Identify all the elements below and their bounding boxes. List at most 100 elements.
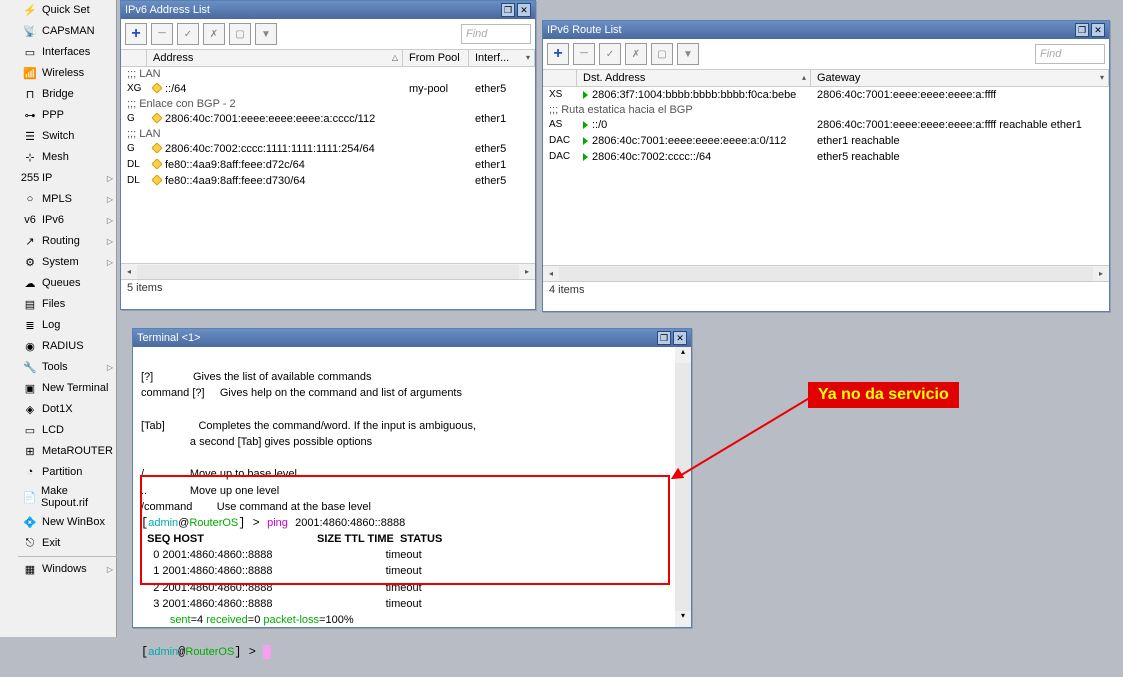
col-pool[interactable]: From Pool <box>403 50 469 66</box>
comment-button[interactable]: ▢ <box>229 23 251 45</box>
menu-icon: ⎋ <box>22 535 38 551</box>
gw-cell: 2806:40c:7001:eeee:eeee:eeee:a:ffff <box>811 88 1109 102</box>
flags: G <box>121 112 147 126</box>
sidebar-item-tools[interactable]: 🔧Tools▷ <box>18 357 117 378</box>
flags: DAC <box>543 150 577 164</box>
address-cell: fe80::4aa9:8aff:feee:d730/64 <box>147 174 403 188</box>
sidebar-item-lcd[interactable]: ▭LCD <box>18 420 117 441</box>
address-row[interactable]: G2806:40c:7002:cccc:1111:1111:1111:254/6… <box>121 141 535 157</box>
sidebar-label: PPP <box>42 109 64 121</box>
sidebar-item-ipv6[interactable]: v6IPv6▷ <box>18 210 117 231</box>
sidebar-item-bridge[interactable]: ⊓ Bridge <box>18 84 117 105</box>
sidebar-label: Switch <box>42 130 74 142</box>
sidebar-item-ip[interactable]: 255IP▷ <box>18 168 117 189</box>
dst-cell: 2806:40c:7002:cccc::/64 <box>577 150 811 164</box>
scrollbar[interactable]: ▴▾ <box>675 347 691 627</box>
sidebar-item-quick-set[interactable]: ⚡Quick Set <box>18 0 117 21</box>
sidebar-label: Queues <box>42 277 81 289</box>
sidebar-label: Dot1X <box>42 403 73 415</box>
add-button[interactable]: + <box>547 43 569 65</box>
sidebar-item-capsman[interactable]: 📡CAPsMAN <box>18 21 117 42</box>
sidebar-item-queues[interactable]: ☁ Queues <box>18 273 117 294</box>
sidebar-item-system[interactable]: ⚙System▷ <box>18 252 117 273</box>
section-comment: ;;; LAN <box>121 127 535 141</box>
submenu-arrow-icon: ▷ <box>107 565 113 574</box>
sidebar-item-log[interactable]: ≣Log <box>18 315 117 336</box>
sidebar-item-exit[interactable]: ⎋Exit <box>18 533 117 554</box>
remove-button[interactable]: − <box>573 43 595 65</box>
comment-button[interactable]: ▢ <box>651 43 673 65</box>
close-button[interactable]: ✕ <box>1091 23 1105 37</box>
menu-icon: ▭ <box>22 44 38 60</box>
route-icon <box>583 91 588 99</box>
tag-icon <box>151 112 162 123</box>
sidebar-item-metarouter[interactable]: ⊞MetaROUTER <box>18 441 117 462</box>
sidebar-label: Routing <box>42 235 80 247</box>
find-input[interactable]: Find <box>1035 44 1105 64</box>
submenu-arrow-icon: ▷ <box>107 195 113 204</box>
submenu-arrow-icon: ▷ <box>107 363 113 372</box>
address-row[interactable]: G2806:40c:7001:eeee:eeee:eeee:a:cccc/112… <box>121 111 535 127</box>
find-input[interactable]: Find <box>461 24 531 44</box>
enable-button[interactable]: ✓ <box>177 23 199 45</box>
sidebar-item-routing[interactable]: ↗Routing▷ <box>18 231 117 252</box>
sidebar-item-interfaces[interactable]: ▭Interfaces <box>18 42 117 63</box>
sidebar-label: CAPsMAN <box>42 25 95 37</box>
sidebar-label: New Terminal <box>42 382 108 394</box>
menu-icon: ☁ <box>22 275 38 291</box>
gw-cell: ether1 reachable <box>811 134 1109 148</box>
col-dst[interactable]: Dst. Address▴ <box>577 70 811 86</box>
restore-button[interactable]: ❐ <box>657 331 671 345</box>
filter-button[interactable]: ▼ <box>677 43 699 65</box>
address-row[interactable]: XG::/64my-poolether5 <box>121 81 535 97</box>
route-grid[interactable]: XS2806:3f7:1004:bbbb:bbbb:bbbb:f0ca:bebe… <box>543 87 1109 265</box>
pool-cell <box>403 142 469 156</box>
route-icon <box>583 121 588 129</box>
sidebar-item-radius[interactable]: ◉RADIUS <box>18 336 117 357</box>
col-intf[interactable]: Interf...▾ <box>469 50 535 66</box>
route-row[interactable]: AS::/02806:40c:7001:eeee:eeee:eeee:a:fff… <box>543 117 1109 133</box>
menu-icon: ⊓ <box>22 86 38 102</box>
address-cell: fe80::4aa9:8aff:feee:d72c/64 <box>147 158 403 172</box>
sidebar-label: IP <box>42 172 52 184</box>
sidebar-item-ppp[interactable]: ⊶ PPP <box>18 105 117 126</box>
address-grid[interactable]: ;;; LANXG::/64my-poolether5;;; Enlace co… <box>121 67 535 263</box>
menu-icon: ○ <box>22 191 38 207</box>
col-gateway[interactable]: Gateway▾ <box>811 70 1109 86</box>
disable-button[interactable]: ✗ <box>625 43 647 65</box>
sidebar-item-new-winbox[interactable]: 💠New WinBox <box>18 512 117 533</box>
route-icon <box>583 137 588 145</box>
address-row[interactable]: DLfe80::4aa9:8aff:feee:d72c/64ether1 <box>121 157 535 173</box>
add-button[interactable]: + <box>125 23 147 45</box>
sidebar-item-mpls[interactable]: ○ MPLS ▷ <box>18 189 117 210</box>
restore-button[interactable]: ❐ <box>1075 23 1089 37</box>
enable-button[interactable]: ✓ <box>599 43 621 65</box>
address-row[interactable]: DLfe80::4aa9:8aff:feee:d730/64ether5 <box>121 173 535 189</box>
restore-button[interactable]: ❐ <box>501 3 515 17</box>
section-comment: ;;; LAN <box>121 67 535 81</box>
col-address[interactable]: Address△ <box>147 50 403 66</box>
route-row[interactable]: DAC2806:40c:7001:eeee:eeee:eeee:a:0/112e… <box>543 133 1109 149</box>
menu-icon: 💠 <box>22 514 38 530</box>
terminal-output[interactable]: [?] Gives the list of available commands… <box>133 347 691 627</box>
sidebar-item-files[interactable]: ▤Files <box>18 294 117 315</box>
close-button[interactable]: ✕ <box>517 3 531 17</box>
sidebar-item-windows[interactable]: ▦Windows▷ <box>18 559 117 580</box>
route-row[interactable]: DAC2806:40c:7002:cccc::/64ether5 reachab… <box>543 149 1109 165</box>
sidebar-item-switch[interactable]: ☰Switch <box>18 126 117 147</box>
ipv6-address-window: IPv6 Address List ❐ ✕ + − ✓ ✗ ▢ ▼ Find A… <box>120 0 536 310</box>
sidebar-item-new-terminal[interactable]: ▣New Terminal <box>18 378 117 399</box>
menu-icon: ⊶ <box>22 107 38 123</box>
sidebar-label: MPLS <box>42 193 72 205</box>
close-button[interactable]: ✕ <box>673 331 687 345</box>
route-row[interactable]: XS2806:3f7:1004:bbbb:bbbb:bbbb:f0ca:bebe… <box>543 87 1109 103</box>
sidebar-item-dot1x[interactable]: ◈Dot1X <box>18 399 117 420</box>
sidebar-item-mesh[interactable]: ⊹Mesh <box>18 147 117 168</box>
sidebar-item-partition[interactable]: ◔Partition <box>18 462 117 483</box>
sidebar-item-wireless[interactable]: 📶Wireless <box>18 63 117 84</box>
sidebar-label: Bridge <box>42 88 74 100</box>
sidebar-item-make-supout.rif[interactable]: 📄Make Supout.rif <box>18 483 117 512</box>
filter-button[interactable]: ▼ <box>255 23 277 45</box>
remove-button[interactable]: − <box>151 23 173 45</box>
disable-button[interactable]: ✗ <box>203 23 225 45</box>
